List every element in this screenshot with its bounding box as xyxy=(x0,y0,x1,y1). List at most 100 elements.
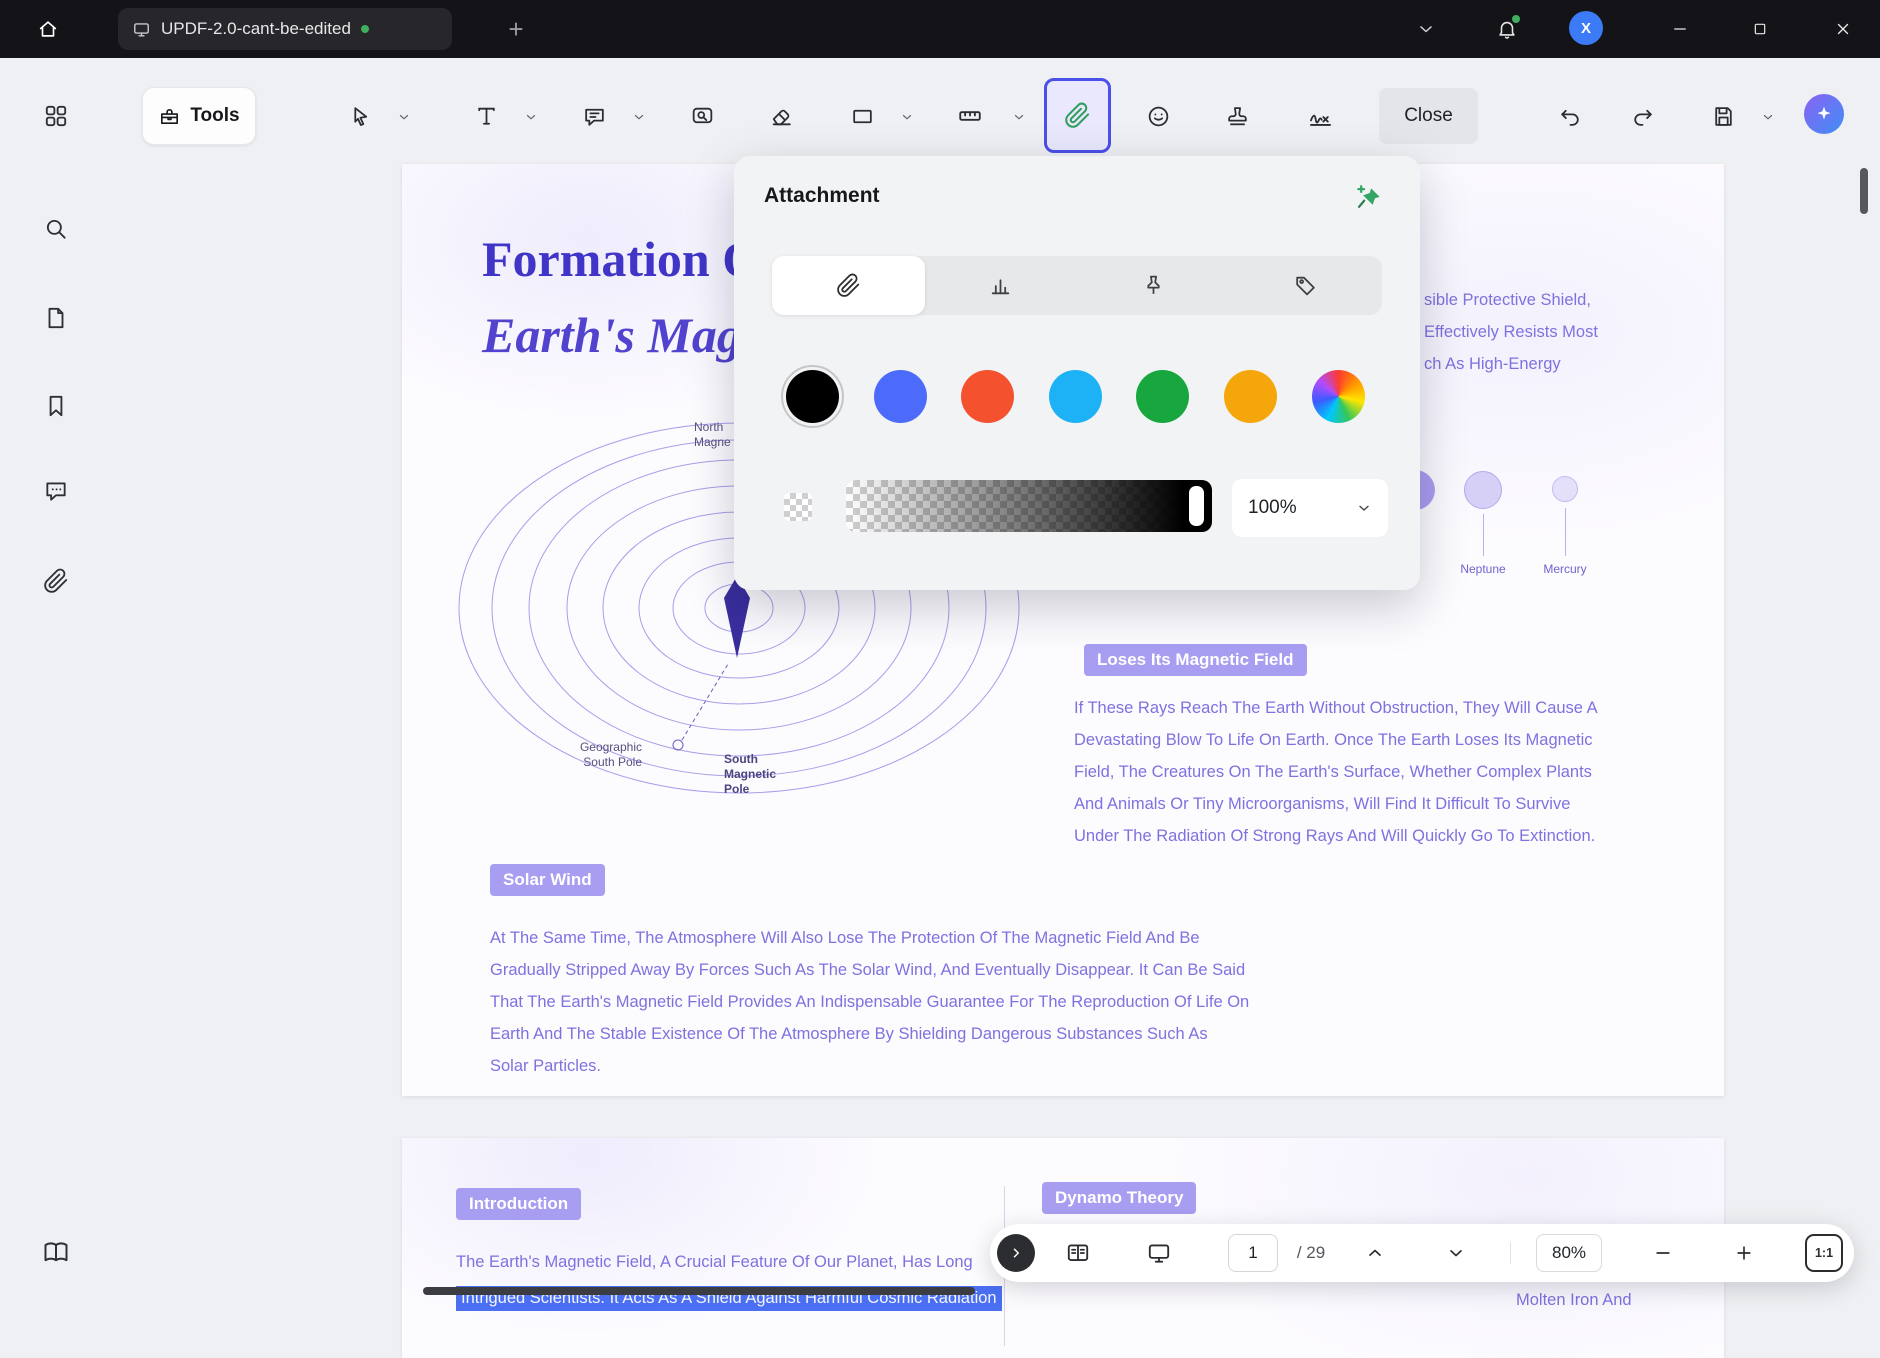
planet-stem xyxy=(1483,514,1484,556)
home-button[interactable] xyxy=(26,9,70,49)
undo-button[interactable] xyxy=(1547,93,1593,139)
paragraph-solar-wind: At The Same Time, The Atmosphere Will Al… xyxy=(490,929,1250,1075)
sidebar-pages-button[interactable] xyxy=(32,294,80,342)
measure-tool-button[interactable] xyxy=(947,93,993,139)
heading-badge-solar-wind: Solar Wind xyxy=(490,864,605,896)
opacity-select[interactable]: 100% xyxy=(1232,479,1388,537)
comment-tool-chevron[interactable] xyxy=(632,110,646,124)
tab-attachment-chart[interactable] xyxy=(925,256,1078,315)
redo-button[interactable] xyxy=(1619,93,1665,139)
next-page-button[interactable] xyxy=(1432,1224,1480,1282)
doc-text-fragment: ch As High-Energy xyxy=(1424,355,1561,373)
tab-title: UPDF-2.0-cant-be-edited xyxy=(161,19,351,38)
shape-tool-chevron[interactable] xyxy=(900,110,914,124)
sidebar-reader-mode-button[interactable] xyxy=(32,1228,80,1276)
tab-attachment-file[interactable] xyxy=(772,256,925,315)
paragraph-introduction: The Earth's Magnetic Field, A Crucial Fe… xyxy=(456,1253,973,1271)
save-options-chevron[interactable] xyxy=(1761,110,1775,124)
heading-badge-loses-field: Loses Its Magnetic Field xyxy=(1084,644,1307,676)
zoom-value: 80% xyxy=(1551,1243,1587,1262)
maximize-button[interactable] xyxy=(1738,9,1782,49)
planet-neptune xyxy=(1464,471,1502,509)
zoom-level[interactable]: 80% xyxy=(1536,1234,1602,1272)
color-swatch-custom-rainbow[interactable] xyxy=(1312,370,1365,423)
text-tool-chevron[interactable] xyxy=(524,110,538,124)
nav-divider xyxy=(1510,1242,1511,1264)
label-north-magnetic: North Magne xyxy=(694,420,731,449)
unsaved-dot xyxy=(360,25,369,33)
account-avatar[interactable]: X xyxy=(1569,11,1603,45)
monitor-icon xyxy=(132,20,151,39)
actual-size-label: 1:1 xyxy=(1814,1246,1834,1260)
minimize-button[interactable] xyxy=(1658,9,1702,49)
document-tab[interactable]: UPDF-2.0-cant-be-edited xyxy=(118,8,452,50)
tab-attachment-pin[interactable] xyxy=(1077,256,1230,315)
page-number-input[interactable] xyxy=(1228,1234,1278,1272)
comment-tool-button[interactable] xyxy=(571,93,617,139)
shape-tool-button[interactable] xyxy=(839,93,885,139)
color-swatch-red[interactable] xyxy=(961,370,1014,423)
sidebar-bookmarks-button[interactable] xyxy=(32,382,80,430)
close-window-button[interactable] xyxy=(1821,9,1865,49)
sidebar-attachments-button[interactable] xyxy=(32,557,80,605)
page-navigation-bar: / 29 80% 1:1 xyxy=(990,1224,1854,1282)
save-button[interactable] xyxy=(1700,93,1746,139)
sidebar-apps-button[interactable] xyxy=(32,92,80,140)
label-geographic-south-pole: Geographic South Pole xyxy=(579,740,642,769)
avatar-letter: X xyxy=(1580,19,1591,37)
chevron-down-icon xyxy=(1359,505,1369,511)
add-attachment-icon[interactable] xyxy=(1352,182,1386,216)
doc-text-fragment: Molten Iron And xyxy=(1516,1291,1632,1309)
attachment-panel: Attachment 100% xyxy=(734,156,1420,590)
doc-text-fragment: Effectively Resists Most xyxy=(1424,323,1598,341)
select-tool-chevron[interactable] xyxy=(397,110,411,124)
color-swatch-blue[interactable] xyxy=(874,370,927,423)
tools-button[interactable]: Tools xyxy=(142,87,256,145)
new-tab-button[interactable]: + xyxy=(494,9,538,49)
sidebar-comments-button[interactable] xyxy=(32,467,80,515)
tools-label: Tools xyxy=(190,105,240,126)
color-swatch-green[interactable] xyxy=(1136,370,1189,423)
paragraph-loses-field: If These Rays Reach The Earth Without Ob… xyxy=(1074,699,1597,845)
close-label: Close xyxy=(1404,105,1453,126)
horizontal-scrollbar[interactable] xyxy=(423,1287,975,1295)
page-layout-button[interactable] xyxy=(1054,1224,1102,1282)
doc-title-line2: Earth's Mag xyxy=(482,307,742,363)
previous-page-button[interactable] xyxy=(1351,1224,1399,1282)
vertical-scrollbar[interactable] xyxy=(1860,168,1868,214)
text-tool-button[interactable] xyxy=(463,93,509,139)
page-total-label: / 29 xyxy=(1296,1243,1326,1262)
tab-attachment-tag[interactable] xyxy=(1230,256,1383,315)
sticker-tool-button[interactable] xyxy=(1135,93,1181,139)
signature-tool-button[interactable] xyxy=(1297,93,1343,139)
eraser-tool-button[interactable] xyxy=(758,93,804,139)
measure-tool-chevron[interactable] xyxy=(1012,110,1026,124)
search-annotation-tool-button[interactable] xyxy=(679,93,725,139)
close-tools-button[interactable]: Close xyxy=(1379,88,1478,144)
collapse-toolbar-button[interactable] xyxy=(1404,9,1448,49)
attachment-tool-button-selected[interactable] xyxy=(1044,78,1111,153)
label-south-magnetic-pole: South Magnetic Pole xyxy=(724,752,777,796)
color-swatch-black[interactable] xyxy=(781,365,844,428)
opacity-slider[interactable] xyxy=(846,480,1212,532)
color-swatch-cyan[interactable] xyxy=(1049,370,1102,423)
notification-dot xyxy=(1512,15,1520,23)
notifications-button[interactable] xyxy=(1485,9,1529,49)
titlebar: UPDF-2.0-cant-be-edited + X xyxy=(0,0,1880,58)
stamp-tool-button[interactable] xyxy=(1214,93,1260,139)
ai-assistant-button[interactable] xyxy=(1804,94,1844,134)
color-swatch-yellow[interactable] xyxy=(1224,370,1277,423)
presentation-mode-button[interactable] xyxy=(1135,1224,1183,1282)
zoom-in-button[interactable] xyxy=(1720,1224,1768,1282)
sidebar-search-button[interactable] xyxy=(32,205,80,253)
attachment-type-tabs xyxy=(772,256,1382,315)
zoom-out-button[interactable] xyxy=(1639,1224,1687,1282)
planet-mercury xyxy=(1552,476,1578,502)
opacity-slider-handle[interactable] xyxy=(1189,486,1204,526)
actual-size-button[interactable]: 1:1 xyxy=(1805,1234,1843,1272)
heading-badge-dynamo-theory: Dynamo Theory xyxy=(1042,1182,1197,1214)
transparency-chip[interactable] xyxy=(784,493,812,521)
expand-nav-button[interactable] xyxy=(997,1234,1035,1272)
heading-badge-introduction: Introduction xyxy=(456,1188,582,1220)
select-tool-button[interactable] xyxy=(337,93,383,139)
